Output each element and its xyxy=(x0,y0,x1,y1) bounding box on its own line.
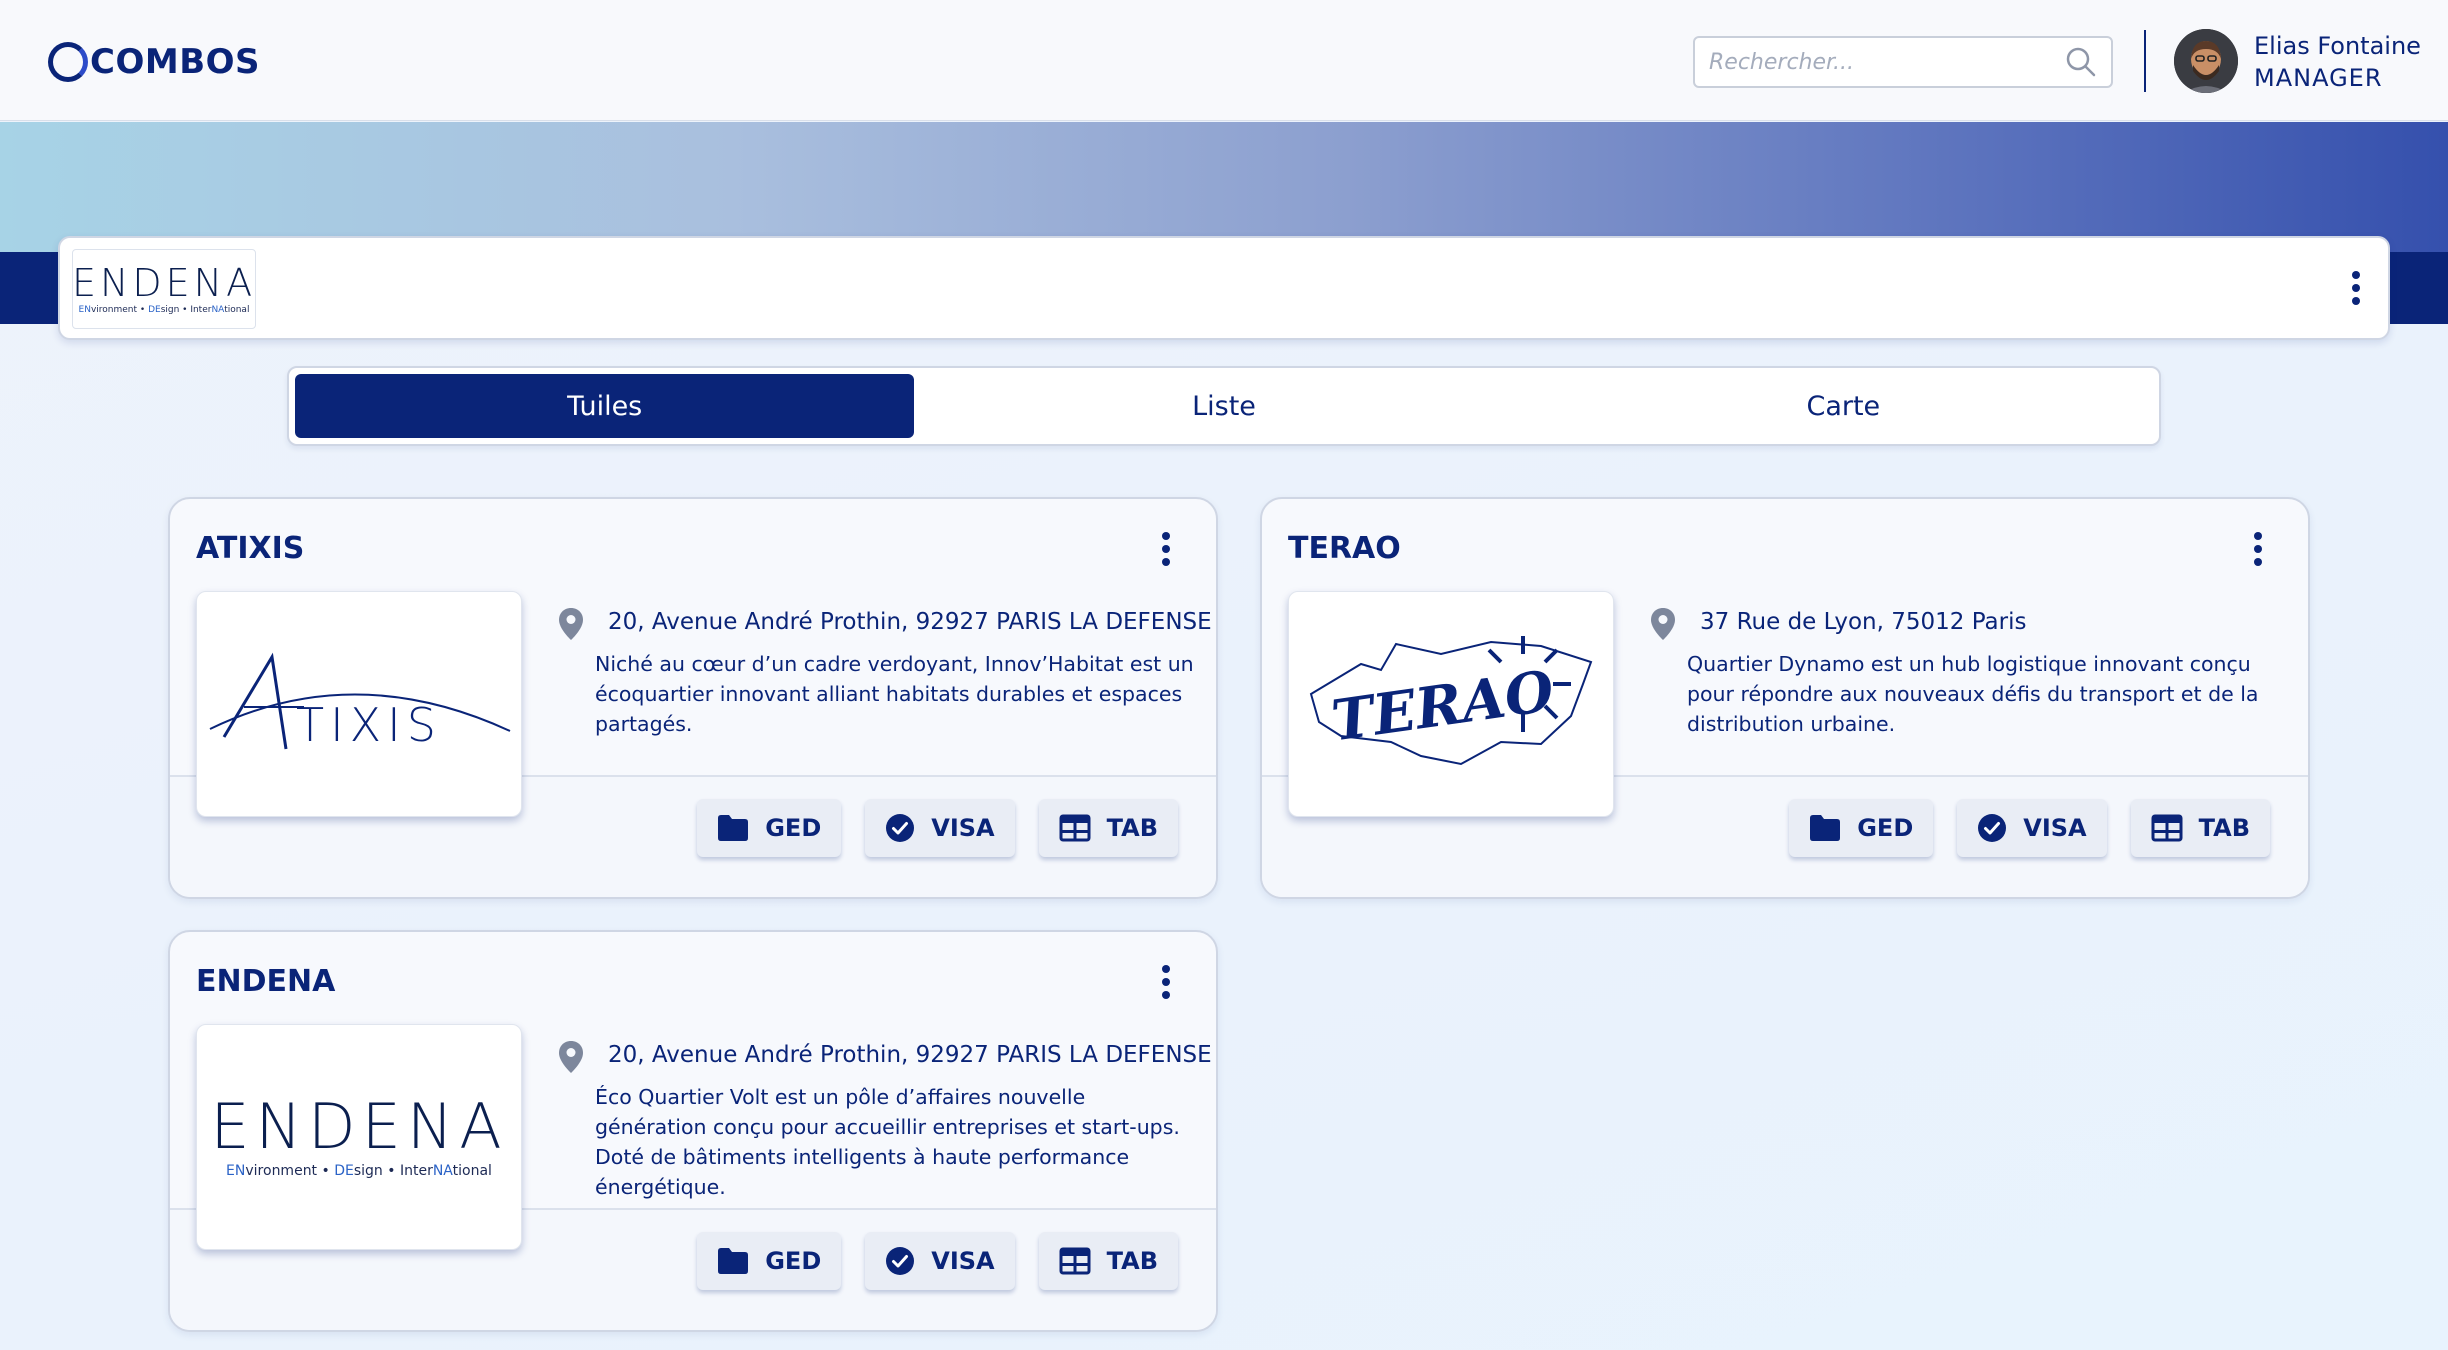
org-logo-word: ENDENA xyxy=(71,260,257,305)
visa-button[interactable]: VISA xyxy=(865,1232,1015,1290)
tab-label: TAB xyxy=(1106,1247,1158,1275)
project-card-endena[interactable]: ENDENA ENDENA ENvironment • DEsign • Int… xyxy=(168,930,1218,1332)
card-actions: GED VISA TAB xyxy=(697,1232,1178,1290)
tab-tuiles[interactable]: Tuiles xyxy=(295,374,915,438)
tab-label: TAB xyxy=(1106,814,1158,842)
check-circle-icon xyxy=(886,1247,915,1275)
location-pin-icon xyxy=(559,608,583,640)
table-icon xyxy=(2151,814,2183,842)
card-logo-terao: TERAO xyxy=(1288,591,1614,817)
user-role: MANAGER xyxy=(2254,64,2383,92)
card-menu-icon[interactable] xyxy=(2246,529,2270,569)
ged-button[interactable]: GED xyxy=(697,1232,842,1290)
card-description: Éco Quartier Volt est un pôle d’affaires… xyxy=(595,1085,1180,1199)
visa-button[interactable]: VISA xyxy=(1957,799,2107,857)
header-divider xyxy=(2144,30,2146,92)
card-address: 37 Rue de Lyon, 75012 Paris xyxy=(1700,609,2027,635)
table-icon xyxy=(1059,1247,1091,1275)
card-title: ENDENA xyxy=(196,964,336,999)
visa-label: VISA xyxy=(931,814,995,842)
avatar[interactable] xyxy=(2174,29,2238,93)
tab-button[interactable]: TAB xyxy=(2130,799,2270,857)
brand-name: COMBOS xyxy=(90,42,260,82)
search-box xyxy=(1693,36,2113,88)
ged-button[interactable]: GED xyxy=(697,799,842,857)
top-bar: COMBOS Elias Fontaine MANAGER xyxy=(0,0,2448,121)
header-banner xyxy=(0,122,2448,252)
search-icon[interactable] xyxy=(2065,46,2097,78)
card-description: Quartier Dynamo est un hub logistique in… xyxy=(1687,652,2259,736)
folder-icon xyxy=(718,815,749,841)
project-card-terao[interactable]: TERAO TERAO 37 Rue de Lyon, 75012 Paris … xyxy=(1260,497,2310,899)
user-name[interactable]: Elias Fontaine xyxy=(2254,32,2421,60)
svg-text:TERAO: TERAO xyxy=(1328,658,1558,754)
location-pin-icon xyxy=(559,1041,583,1073)
ged-label: GED xyxy=(765,814,822,842)
card-description: Niché au cœur d’un cadre verdoyant, Inno… xyxy=(595,652,1194,736)
location-pin-icon xyxy=(1651,608,1675,640)
endena-logo-tagline: ENvironment • DEsign • InterNAtional xyxy=(226,1163,492,1179)
terao-logo-icon: TERAO xyxy=(1309,636,1593,766)
ged-label: GED xyxy=(1857,814,1914,842)
tab-carte[interactable]: Carte xyxy=(1534,374,2153,438)
avatar-portrait-icon xyxy=(2174,29,2238,93)
tab-label: TAB xyxy=(2198,814,2250,842)
card-title: ATIXIS xyxy=(196,531,305,566)
org-logo-tagline: ENvironment • DEsign • InterNAtional xyxy=(78,304,250,315)
tab-button[interactable]: TAB xyxy=(1038,1232,1178,1290)
ged-button[interactable]: GED xyxy=(1789,799,1934,857)
tab-button[interactable]: TAB xyxy=(1038,799,1178,857)
visa-button[interactable]: VISA xyxy=(865,799,1015,857)
card-logo-endena: ENDENA ENvironment • DEsign • InterNAtio… xyxy=(196,1024,522,1250)
card-actions: GED VISA TAB xyxy=(697,799,1178,857)
view-tabs: Tuiles Liste Carte xyxy=(287,366,2161,446)
card-logo-atixis: TIXIS xyxy=(196,591,522,817)
endena-logo-word: ENDENA xyxy=(210,1090,508,1163)
ged-label: GED xyxy=(765,1247,822,1275)
organization-logo[interactable]: ENDENA ENvironment • DEsign • InterNAtio… xyxy=(72,249,256,329)
project-card-atixis[interactable]: ATIXIS TIXIS 20, Avenue André Prothin, 9… xyxy=(168,497,1218,899)
organization-menu-icon[interactable] xyxy=(2344,268,2368,308)
search-input[interactable] xyxy=(1709,49,2065,75)
card-menu-icon[interactable] xyxy=(1154,962,1178,1002)
svg-text:TIXIS: TIXIS xyxy=(296,698,442,752)
table-icon xyxy=(1059,814,1091,842)
folder-icon xyxy=(718,1248,749,1274)
organization-bar: ENDENA ENvironment • DEsign • InterNAtio… xyxy=(58,236,2390,340)
folder-icon xyxy=(1810,815,1841,841)
card-title: TERAO xyxy=(1288,531,1401,566)
atixis-logo-icon: TIXIS xyxy=(209,652,511,752)
card-menu-icon[interactable] xyxy=(1154,529,1178,569)
visa-label: VISA xyxy=(2023,814,2087,842)
card-address: 20, Avenue André Prothin, 92927 PARIS LA… xyxy=(608,1042,1212,1068)
visa-label: VISA xyxy=(931,1247,995,1275)
check-circle-icon xyxy=(886,814,915,842)
tab-liste[interactable]: Liste xyxy=(914,374,1533,438)
brand-logo[interactable]: COMBOS xyxy=(48,38,260,86)
card-address: 20, Avenue André Prothin, 92927 PARIS LA… xyxy=(608,609,1212,635)
brand-ring-icon xyxy=(48,42,88,82)
card-actions: GED VISA TAB xyxy=(1789,799,2270,857)
check-circle-icon xyxy=(1978,814,2007,842)
